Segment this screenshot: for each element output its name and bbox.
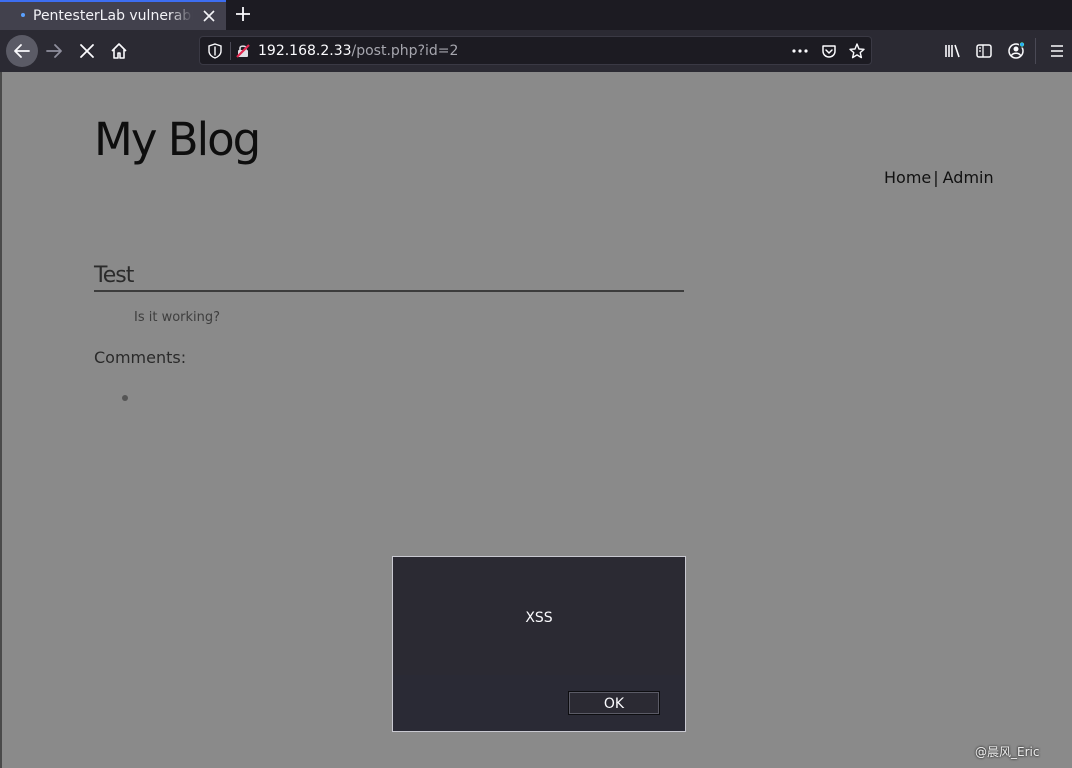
admin-link[interactable]: Admin	[943, 168, 994, 188]
pocket-icon[interactable]	[820, 42, 838, 60]
comment-list-item	[122, 395, 128, 401]
tab-strip: PentesterLab vulnerable	[0, 0, 1072, 30]
star-icon[interactable]	[848, 42, 866, 60]
home-link[interactable]: Home	[884, 168, 931, 188]
sidebar-icon[interactable]	[974, 41, 994, 61]
toolbar-separator	[1035, 38, 1036, 64]
navigation-toolbar: 192.168.2.33/post.php?id=2	[0, 30, 1072, 72]
tab-title: PentesterLab vulnerable	[33, 8, 193, 24]
post-body: Is it working?	[134, 310, 221, 325]
loading-indicator-icon	[21, 13, 25, 17]
page-left-border	[0, 72, 2, 768]
blog-title: My Blog	[94, 113, 261, 166]
alert-dialog: XSS OK	[392, 556, 686, 732]
back-arrow-icon[interactable]	[6, 35, 38, 67]
tab-active[interactable]: PentesterLab vulnerable	[0, 0, 226, 30]
url-separator	[230, 42, 231, 60]
more-dots-icon[interactable]	[791, 42, 809, 60]
account-icon[interactable]	[1006, 41, 1026, 61]
hamburger-menu-icon[interactable]	[1047, 41, 1067, 61]
dialog-message: XSS	[525, 610, 553, 626]
url-path: /post.php?id=2	[351, 43, 459, 59]
forward-arrow-icon[interactable]	[38, 35, 70, 67]
url-bar[interactable]: 192.168.2.33/post.php?id=2	[199, 36, 872, 65]
site-nav: Home | Admin	[884, 168, 994, 188]
insecure-lock-icon[interactable]	[234, 42, 252, 60]
close-tab-icon[interactable]	[200, 7, 218, 25]
url-host: 192.168.2.33	[258, 43, 352, 59]
ok-button[interactable]: OK	[568, 691, 660, 715]
library-icon[interactable]	[943, 41, 963, 61]
comments-heading: Comments:	[94, 348, 187, 367]
post-title: Test	[94, 262, 684, 292]
shield-icon[interactable]	[206, 42, 224, 60]
url-text[interactable]: 192.168.2.33/post.php?id=2	[258, 41, 458, 61]
watermark: @晨风_Eric	[975, 745, 1040, 759]
stop-icon[interactable]	[71, 35, 103, 67]
new-tab-icon[interactable]	[233, 4, 253, 24]
nav-separator: |	[933, 168, 939, 187]
home-icon[interactable]	[103, 35, 135, 67]
